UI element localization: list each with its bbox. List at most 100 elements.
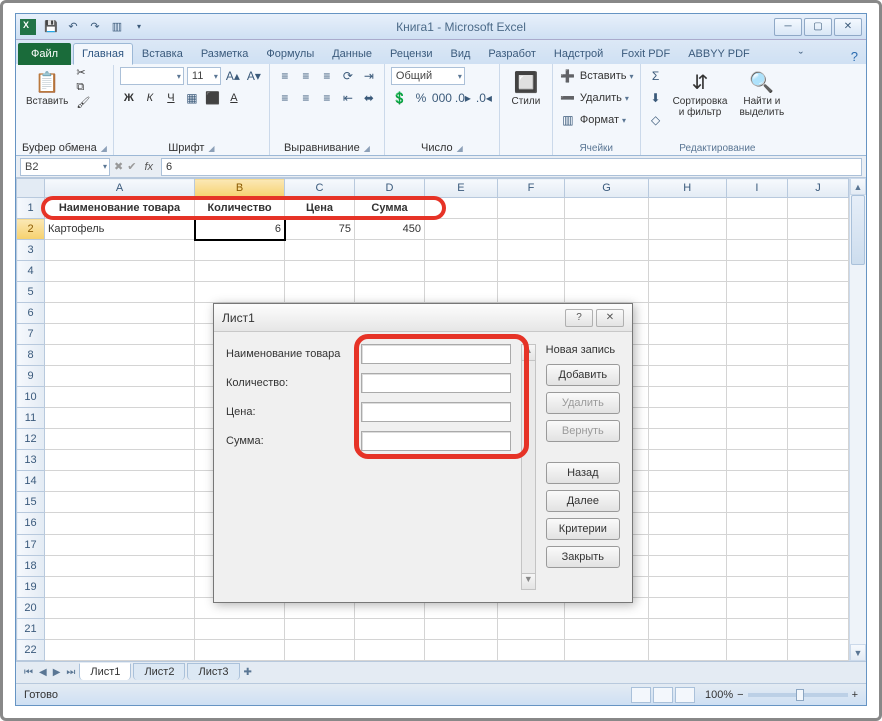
cell[interactable]: [45, 303, 195, 324]
cell[interactable]: [45, 450, 195, 471]
fx-enter-icon[interactable]: ✔: [127, 160, 136, 173]
cell[interactable]: [787, 240, 848, 261]
cell[interactable]: [787, 408, 848, 429]
copy-icon[interactable]: ⧉: [76, 81, 90, 94]
cell[interactable]: Наименование товара: [45, 198, 195, 219]
qat-more-icon[interactable]: ▾: [130, 18, 148, 36]
form-criteria-button[interactable]: Критерии: [546, 518, 620, 540]
tab-abbyy[interactable]: ABBYY PDF: [679, 43, 759, 65]
align-left-icon[interactable]: ≡: [276, 89, 294, 107]
currency-icon[interactable]: 💲: [391, 89, 409, 107]
scroll-down-icon[interactable]: ▼: [522, 573, 535, 589]
cell[interactable]: [648, 450, 726, 471]
help-icon[interactable]: ?: [851, 49, 858, 64]
tab-foxit[interactable]: Foxit PDF: [612, 43, 679, 65]
insert-cells-icon[interactable]: ➕: [559, 67, 577, 85]
vertical-scrollbar[interactable]: ▲ ▼: [849, 178, 866, 661]
cell[interactable]: Количество: [195, 198, 285, 219]
cell[interactable]: [787, 429, 848, 450]
tab-developer[interactable]: Разработ: [479, 43, 544, 65]
row-header[interactable]: 20: [17, 597, 45, 618]
cell[interactable]: [787, 387, 848, 408]
form-input-qty[interactable]: [361, 373, 511, 393]
cell[interactable]: [648, 429, 726, 450]
cell[interactable]: 6: [195, 219, 285, 240]
sheet-tab[interactable]: Лист2: [133, 663, 185, 680]
maximize-button[interactable]: ▢: [804, 18, 832, 36]
zoom-in-icon[interactable]: +: [852, 689, 858, 701]
cell[interactable]: [45, 240, 195, 261]
indent-dec-icon[interactable]: ⇤: [339, 89, 357, 107]
tab-data[interactable]: Данные: [323, 43, 381, 65]
cell[interactable]: [648, 219, 726, 240]
dialog-titlebar[interactable]: Лист1 ? ✕: [214, 304, 632, 332]
cell[interactable]: [425, 240, 498, 261]
align-bottom-icon[interactable]: ≡: [318, 67, 336, 85]
cell[interactable]: [648, 387, 726, 408]
cell[interactable]: [787, 513, 848, 534]
col-header[interactable]: I: [726, 179, 787, 198]
cell[interactable]: [648, 303, 726, 324]
align-top-icon[interactable]: ≡: [276, 67, 294, 85]
paste-button[interactable]: 📋 Вставить: [22, 66, 72, 109]
cell[interactable]: [425, 219, 498, 240]
row-header[interactable]: 9: [17, 366, 45, 387]
cell[interactable]: [195, 240, 285, 261]
dialog-scrollbar[interactable]: ▲▼: [521, 344, 536, 590]
cell[interactable]: [726, 555, 787, 576]
cell[interactable]: [195, 261, 285, 282]
cell[interactable]: [565, 639, 648, 660]
row-header[interactable]: 11: [17, 408, 45, 429]
row-header[interactable]: 3: [17, 240, 45, 261]
form-input-sum[interactable]: [361, 431, 511, 451]
cell[interactable]: [726, 303, 787, 324]
cell[interactable]: [648, 198, 726, 219]
percent-icon[interactable]: %: [412, 89, 430, 107]
cell[interactable]: [787, 450, 848, 471]
cell[interactable]: [726, 429, 787, 450]
cell[interactable]: [565, 240, 648, 261]
col-header[interactable]: E: [425, 179, 498, 198]
cell[interactable]: [726, 366, 787, 387]
cell[interactable]: [726, 576, 787, 597]
scroll-up-icon[interactable]: ▲: [850, 178, 866, 195]
cell[interactable]: [285, 618, 355, 639]
cell[interactable]: [787, 219, 848, 240]
row-header[interactable]: 14: [17, 471, 45, 492]
view-pagebreak-icon[interactable]: [675, 687, 695, 703]
cell[interactable]: [648, 576, 726, 597]
cell[interactable]: [285, 282, 355, 303]
cut-icon[interactable]: ✂: [76, 66, 90, 79]
cell[interactable]: [787, 471, 848, 492]
col-header[interactable]: J: [787, 179, 848, 198]
cell[interactable]: [497, 282, 564, 303]
cell[interactable]: [285, 240, 355, 261]
autosum-icon[interactable]: Σ: [647, 67, 665, 85]
inc-decimal-icon[interactable]: .0▸: [454, 89, 472, 107]
tab-home[interactable]: Главная: [73, 43, 133, 65]
cell[interactable]: [45, 534, 195, 555]
row-header[interactable]: 18: [17, 555, 45, 576]
cell[interactable]: [195, 639, 285, 660]
cell[interactable]: [648, 492, 726, 513]
new-sheet-icon[interactable]: ✚: [242, 667, 254, 678]
font-family-combo[interactable]: [120, 67, 184, 85]
cell[interactable]: 75: [285, 219, 355, 240]
view-layout-icon[interactable]: [653, 687, 673, 703]
shrink-font-icon[interactable]: A▾: [245, 67, 263, 85]
dec-decimal-icon[interactable]: .0◂: [475, 89, 493, 107]
cell[interactable]: [648, 408, 726, 429]
row-header[interactable]: 15: [17, 492, 45, 513]
align-middle-icon[interactable]: ≡: [297, 67, 315, 85]
cell[interactable]: [565, 198, 648, 219]
scroll-thumb[interactable]: [851, 195, 865, 265]
cell[interactable]: [787, 597, 848, 618]
save-icon[interactable]: 💾: [42, 18, 60, 36]
cell[interactable]: [648, 597, 726, 618]
tab-layout[interactable]: Разметка: [192, 43, 258, 65]
cell[interactable]: [425, 282, 498, 303]
row-header[interactable]: 10: [17, 387, 45, 408]
font-size-combo[interactable]: 11: [187, 67, 221, 85]
cell[interactable]: [45, 597, 195, 618]
cell[interactable]: [45, 639, 195, 660]
